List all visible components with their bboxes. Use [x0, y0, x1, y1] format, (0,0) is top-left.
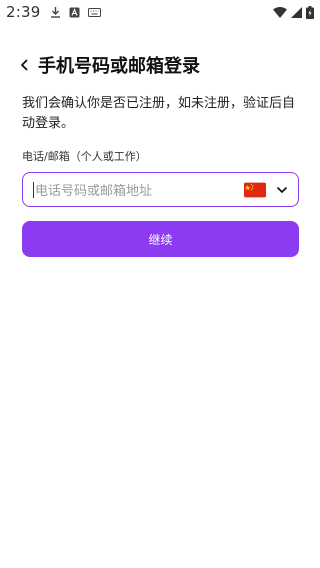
chevron-down-icon[interactable] — [276, 184, 288, 196]
wifi-icon — [273, 6, 287, 18]
field-label: 电话/邮箱（个人或工作） — [22, 150, 147, 163]
back-button[interactable] — [20, 53, 34, 77]
phone-email-input[interactable]: 电话号码或邮箱地址 — [22, 172, 299, 207]
input-placeholder: 电话号码或邮箱地址 — [35, 184, 153, 199]
status-icons-right — [273, 5, 314, 19]
signal-icon — [291, 6, 302, 18]
text-caret — [33, 181, 34, 198]
download-icon — [51, 7, 61, 18]
description-text: 我们会确认你是否已注册，如未注册，验证后自动登录。 — [22, 96, 296, 131]
status-bar: 2:39 — [0, 0, 320, 24]
status-icons-left — [50, 6, 102, 18]
page-title: 手机号码或邮箱登录 — [38, 56, 200, 77]
china-flag-icon[interactable] — [244, 182, 266, 198]
keyboard-icon — [88, 7, 102, 17]
continue-label: 继续 — [148, 232, 173, 247]
battery-icon — [306, 5, 314, 19]
chevron-left-icon — [21, 59, 28, 71]
status-time: 2:39 — [6, 3, 41, 21]
header: 手机号码或邮箱登录 — [20, 52, 200, 78]
notification-a-icon — [69, 7, 80, 17]
continue-button[interactable]: 继续 — [22, 221, 299, 257]
